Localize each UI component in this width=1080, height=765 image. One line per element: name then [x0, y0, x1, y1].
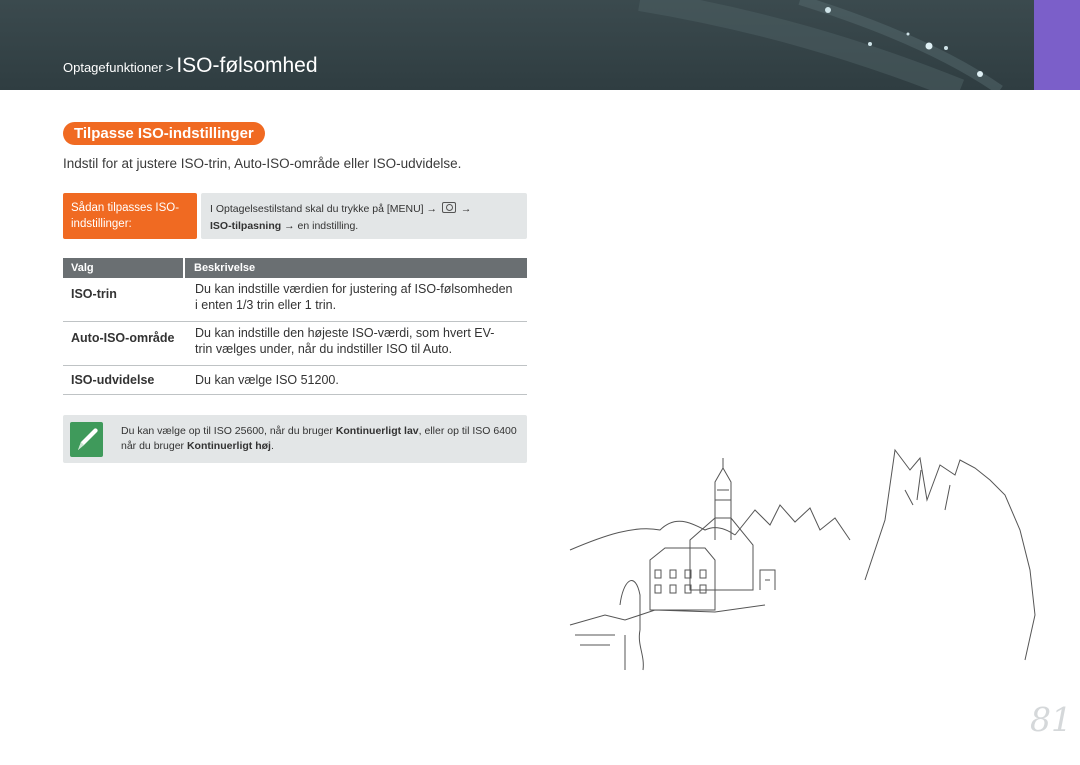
how-to-step-line2: ISO-tilpasning → en indstilling.: [210, 218, 527, 235]
how-to-label-line2: indstillinger:: [71, 218, 132, 230]
section-title: Tilpasse ISO-indstillinger: [63, 122, 265, 145]
option-name: ISO-trin: [63, 278, 184, 322]
description-line: Du kan vælge ISO 51200.: [195, 373, 339, 387]
option-name: ISO-udvidelse: [63, 365, 184, 395]
description-line: Du kan indstille den højeste ISO-værdi, …: [195, 326, 495, 340]
table-header-row: Valg Beskrivelse: [63, 258, 527, 278]
option-name: Auto-ISO-område: [63, 321, 184, 366]
table-row: Auto-ISO-område Du kan indstille den høj…: [63, 321, 527, 366]
note-text-part: Du kan vælge op til ISO 25600, når du br…: [121, 425, 333, 437]
description-line: Du kan indstille værdien for justering a…: [195, 282, 513, 296]
options-table: Valg Beskrivelse ISO-trin Du kan indstil…: [63, 258, 527, 395]
how-to-steps: I Optagelsestilstand skal du trykke på […: [201, 193, 527, 239]
how-to-step-line1: I Optagelsestilstand skal du trykke på […: [210, 201, 527, 218]
option-description: Du kan indstille værdien for justering a…: [184, 278, 527, 322]
menu-item-iso-tilpasning: ISO-tilpasning: [210, 220, 282, 232]
breadcrumb-separator: >: [165, 60, 174, 75]
column-header-description: Beskrivelse: [183, 258, 527, 278]
table-row: ISO-udvidelse Du kan vælge ISO 51200.: [63, 365, 527, 395]
note-text: Du kan vælge op til ISO 25600, når du br…: [121, 424, 521, 454]
step-text: → en indstilling.: [284, 220, 359, 232]
pencil-note-icon: [70, 422, 103, 457]
page-number: 81: [1030, 700, 1072, 739]
menu-key: [MENU]: [386, 203, 424, 215]
arrow-icon: →: [426, 203, 438, 215]
camera-icon: [441, 202, 456, 213]
arrow-icon: →: [460, 203, 472, 215]
how-to-label: Sådan tilpasses ISO- indstillinger:: [63, 193, 197, 239]
table-row: ISO-trin Du kan indstille værdien for ju…: [63, 278, 527, 322]
description-line: trin vælges under, når du indstiller ISO…: [195, 342, 453, 356]
section-intro: Indstil for at justere ISO-trin, Auto-IS…: [63, 156, 462, 171]
breadcrumb: Optagefunktioner > ISO-følsomhed: [63, 54, 318, 78]
chapter-tab[interactable]: [1034, 0, 1080, 90]
step-text: I Optagelsestilstand skal du trykke på: [210, 203, 384, 215]
option-description: Du kan vælge ISO 51200.: [184, 365, 527, 395]
page-header: Optagefunktioner > ISO-følsomhed: [0, 0, 1034, 90]
how-to-label-line1: Sådan tilpasses ISO-: [71, 202, 180, 214]
note-box: Du kan vælge op til ISO 25600, når du br…: [63, 415, 527, 463]
page-title: ISO-følsomhed: [176, 54, 318, 77]
breadcrumb-parent[interactable]: Optagefunktioner: [63, 60, 163, 75]
option-description: Du kan indstille den højeste ISO-værdi, …: [184, 321, 527, 366]
note-mode-continuous-low: Kontinuerligt lav: [335, 425, 419, 437]
column-header-option: Valg: [63, 258, 184, 278]
note-text-part: .: [270, 440, 274, 452]
note-mode-continuous-high: Kontinuerligt høj: [186, 440, 271, 452]
village-mountain-illustration: [569, 448, 1036, 671]
description-line: i enten 1/3 trin eller 1 trin.: [195, 298, 337, 312]
